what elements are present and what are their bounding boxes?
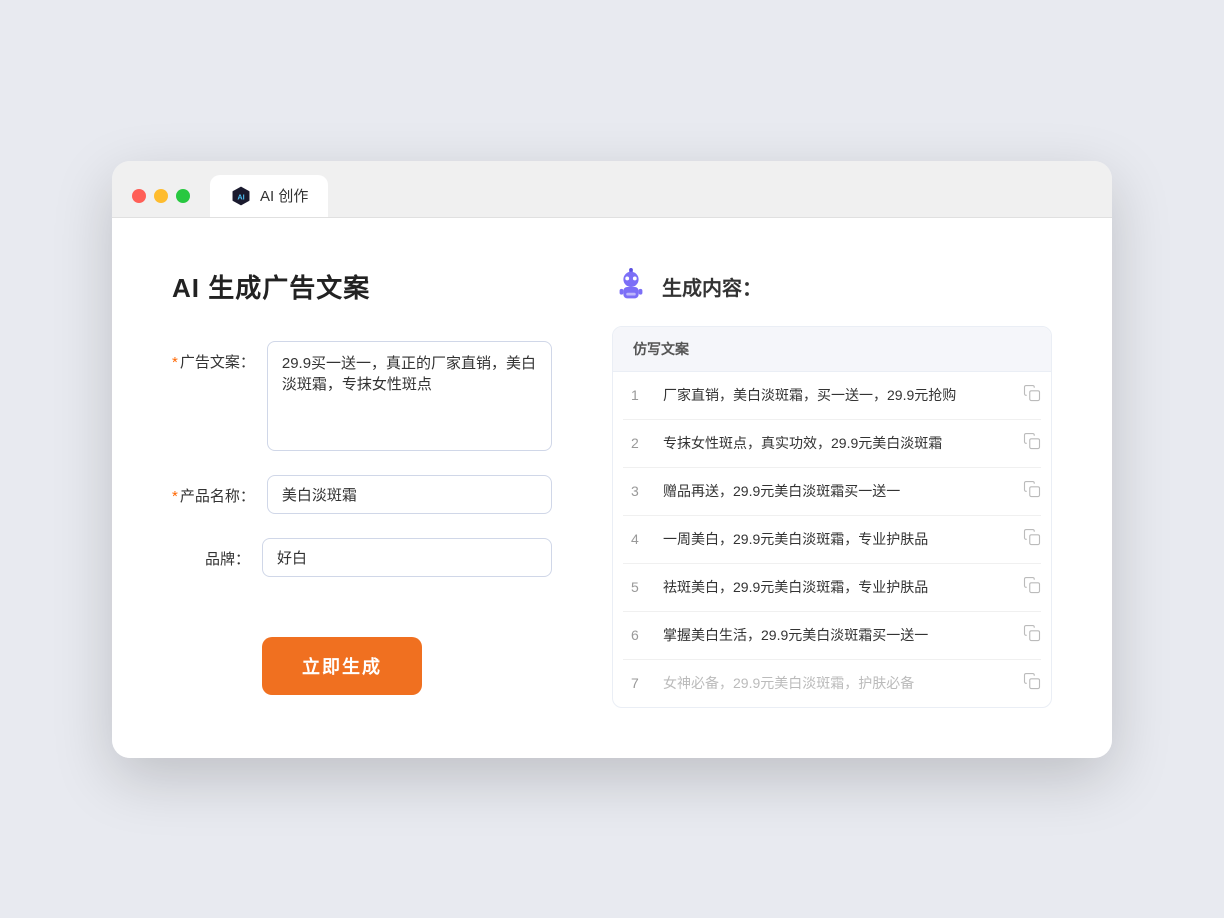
result-row-text: 赠品再送，29.9元美白淡斑霜买一送一 (653, 481, 1023, 501)
result-row: 5祛斑美白，29.9元美白淡斑霜，专业护肤品 (623, 564, 1041, 612)
result-row-text: 一周美白，29.9元美白淡斑霜，专业护肤品 (653, 529, 1023, 549)
brand-input[interactable] (262, 538, 552, 577)
result-row-num: 2 (623, 435, 653, 451)
result-row-num: 7 (623, 675, 653, 691)
result-row-text: 专抹女性斑点，真实功效，29.9元美白淡斑霜 (653, 433, 1023, 453)
result-row-num: 3 (623, 483, 653, 499)
result-row-text: 厂家直销，美白淡斑霜，买一送一，29.9元抢购 (653, 385, 1023, 405)
ad-copy-input[interactable]: 29.9买一送一，真正的厂家直销，美白淡斑霜，专抹女性斑点 (267, 341, 552, 451)
product-name-field-group: *产品名称： (172, 475, 552, 514)
result-row-num: 6 (623, 627, 653, 643)
page-title: AI 生成广告文案 (172, 268, 552, 305)
result-row-text: 祛斑美白，29.9元美白淡斑霜，专业护肤品 (653, 577, 1023, 597)
copy-icon[interactable] (1023, 576, 1041, 599)
copy-icon[interactable] (1023, 672, 1041, 695)
result-header: 生成内容： (612, 268, 1052, 306)
result-row: 1厂家直销，美白淡斑霜，买一送一，29.9元抢购 (623, 372, 1041, 420)
robot-icon (612, 268, 650, 306)
ad-copy-label: *广告文案： (172, 341, 267, 372)
result-row: 7女神必备，29.9元美白淡斑霜，护肤必备 (623, 660, 1041, 707)
ad-copy-field-group: *广告文案： 29.9买一送一，真正的厂家直销，美白淡斑霜，专抹女性斑点 (172, 341, 552, 451)
generate-button[interactable]: 立即生成 (262, 637, 422, 695)
result-row-text: 女神必备，29.9元美白淡斑霜，护肤必备 (653, 673, 1023, 693)
tab-label: AI 创作 (260, 185, 308, 206)
brand-field-group: 品牌： (172, 538, 552, 577)
traffic-lights (132, 189, 190, 203)
browser-content: AI 生成广告文案 *广告文案： 29.9买一送一，真正的厂家直销，美白淡斑霜，… (112, 218, 1112, 758)
result-row: 4一周美白，29.9元美白淡斑霜，专业护肤品 (623, 516, 1041, 564)
result-table-wrapper: 仿写文案 1厂家直销，美白淡斑霜，买一送一，29.9元抢购2专抹女性斑点，真实功… (612, 326, 1052, 708)
brand-label: 品牌： (172, 538, 262, 569)
ai-tab-icon: AI (230, 185, 252, 207)
svg-text:AI: AI (237, 192, 244, 201)
result-title: 生成内容： (662, 272, 762, 301)
browser-window: AI AI 创作 AI 生成广告文案 *广告文案： 29.9买一送一，真正的厂家… (112, 161, 1112, 758)
result-row-num: 1 (623, 387, 653, 403)
result-row-text: 掌握美白生活，29.9元美白淡斑霜买一送一 (653, 625, 1023, 645)
result-row: 6掌握美白生活，29.9元美白淡斑霜买一送一 (623, 612, 1041, 660)
result-row: 3赠品再送，29.9元美白淡斑霜买一送一 (623, 468, 1041, 516)
result-table-header: 仿写文案 (613, 327, 1051, 372)
left-panel: AI 生成广告文案 *广告文案： 29.9买一送一，真正的厂家直销，美白淡斑霜，… (172, 268, 552, 708)
close-button[interactable] (132, 189, 146, 203)
browser-titlebar: AI AI 创作 (112, 161, 1112, 218)
copy-icon[interactable] (1023, 528, 1041, 551)
maximize-button[interactable] (176, 189, 190, 203)
required-star-2: * (172, 488, 178, 505)
result-row: 2专抹女性斑点，真实功效，29.9元美白淡斑霜 (623, 420, 1041, 468)
copy-icon[interactable] (1023, 384, 1041, 407)
result-rows: 1厂家直销，美白淡斑霜，买一送一，29.9元抢购2专抹女性斑点，真实功效，29.… (613, 372, 1051, 707)
copy-icon[interactable] (1023, 624, 1041, 647)
minimize-button[interactable] (154, 189, 168, 203)
copy-icon[interactable] (1023, 432, 1041, 455)
result-row-num: 5 (623, 579, 653, 595)
required-star-1: * (172, 354, 178, 371)
right-panel: 生成内容： 仿写文案 1厂家直销，美白淡斑霜，买一送一，29.9元抢购2专抹女性… (612, 268, 1052, 708)
product-name-label: *产品名称： (172, 475, 267, 506)
result-row-num: 4 (623, 531, 653, 547)
copy-icon[interactable] (1023, 480, 1041, 503)
browser-tab[interactable]: AI AI 创作 (210, 175, 328, 217)
product-name-input[interactable] (267, 475, 552, 514)
